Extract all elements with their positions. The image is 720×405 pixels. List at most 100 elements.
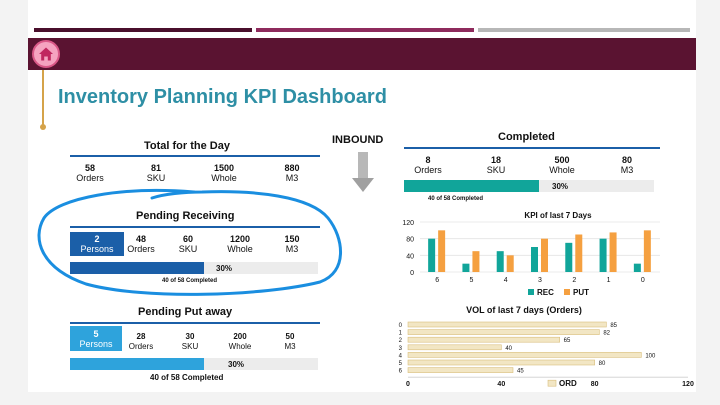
- bar-ord: [407, 344, 502, 351]
- y-tick-label: 2: [399, 338, 403, 344]
- pending-receiving-rule: [70, 226, 320, 228]
- x-tick-label: 5: [469, 277, 473, 284]
- inbound-label: INBOUND: [332, 134, 384, 146]
- bar-rec: [462, 263, 470, 272]
- y-tick-label: 0: [399, 323, 403, 329]
- x-tick-label: 4: [504, 277, 508, 284]
- accent-line: [42, 70, 44, 126]
- data-label: 45: [517, 369, 524, 375]
- completed-whole-stat: 500 Whole: [549, 155, 575, 175]
- y-tick-label: 6: [399, 369, 403, 375]
- x-tick-label: 1: [607, 277, 611, 284]
- completed-m3-stat: 80 M3: [620, 155, 634, 175]
- page-title: Inventory Planning KPI Dashboard: [58, 86, 387, 108]
- slide: Inventory Planning KPI Dashboard Total f…: [28, 0, 696, 392]
- x-tick-label: 0: [406, 381, 410, 388]
- bar-rec: [599, 238, 607, 272]
- data-label: 40: [505, 346, 512, 352]
- completed-sku-stat: 18 SKU: [486, 155, 506, 175]
- x-tick-label: 6: [435, 277, 439, 284]
- completed-orders-stat: 8 Orders: [414, 155, 442, 175]
- total-day-rule: [70, 155, 320, 157]
- legend-label: REC: [537, 288, 554, 297]
- bar-ord: [407, 352, 642, 358]
- putaway-progress-label: 30%: [228, 360, 245, 369]
- legend-label: PUT: [573, 288, 589, 297]
- bar-put: [575, 234, 583, 272]
- total-sku-stat: 81 SKU: [146, 163, 166, 183]
- receiving-progress-bar: [70, 262, 318, 274]
- legend-swatch: [547, 379, 557, 387]
- putaway-caption: 40 of 58 Completed: [150, 373, 224, 382]
- total-day-title: Total for the Day: [144, 140, 230, 152]
- completed-progress-bar: [404, 180, 654, 192]
- y-tick-label: 80: [406, 237, 414, 244]
- data-label: 82: [603, 331, 610, 337]
- x-tick-label: 0: [641, 277, 645, 284]
- putaway-progress-bar: [70, 358, 318, 370]
- bar-rec: [496, 251, 504, 272]
- data-label: 85: [610, 323, 617, 329]
- accent-dot: [40, 124, 46, 130]
- completed-caption: 40 of 58 Completed: [428, 196, 484, 202]
- chart-title: VOL of last 7 days (Orders): [466, 305, 582, 315]
- bar-rec: [428, 238, 436, 272]
- bar-put: [472, 251, 480, 272]
- receiving-progress-label: 30%: [216, 264, 233, 273]
- x-tick-label: 80: [591, 381, 599, 388]
- bar-put: [609, 232, 617, 272]
- total-orders-stat: 58 Orders: [76, 163, 104, 183]
- x-tick-label: 3: [538, 277, 542, 284]
- pending-putaway-rule: [70, 322, 320, 324]
- pending-putaway-title: Pending Put away: [138, 306, 233, 318]
- y-tick-label: 4: [399, 353, 403, 359]
- bar-ord: [407, 359, 595, 366]
- total-m3-stat: 880 M3: [284, 163, 300, 183]
- receiving-sku-stat: 60 SKU: [178, 234, 198, 254]
- putaway-whole-stat: 200 Whole: [228, 332, 252, 351]
- header-banner: [28, 38, 696, 70]
- x-tick-label: 40: [497, 381, 505, 388]
- home-icon: [39, 47, 53, 61]
- bar-put: [643, 230, 651, 272]
- bar-put: [438, 230, 446, 272]
- data-label: 100: [645, 353, 656, 359]
- bar-rec: [633, 263, 641, 272]
- legend-swatch: [564, 289, 570, 295]
- completed-progress-label: 30%: [552, 182, 569, 191]
- y-tick-label: 5: [399, 361, 403, 367]
- y-tick-label: 0: [410, 270, 414, 277]
- legend-label: ORD: [559, 379, 577, 388]
- x-tick-label: 120: [682, 381, 694, 388]
- arrow-down-icon: [352, 152, 374, 192]
- top-accent-bar: [256, 28, 474, 32]
- receiving-caption: 40 of 58 Completed: [162, 278, 218, 284]
- data-label: 80: [599, 361, 606, 367]
- y-tick-label: 3: [399, 346, 403, 352]
- putaway-progress-fill: [70, 358, 204, 370]
- home-button[interactable]: [32, 40, 60, 68]
- putaway-m3-stat: 50 M3: [284, 332, 296, 351]
- vol-chart: VOL of last 7 days (Orders)0 851 822 653 404…: [399, 305, 694, 388]
- total-whole-stat: 1500 Whole: [211, 163, 237, 183]
- kpi-chart: KPI of last 7 Days 0 40 80 120 6 5 4 3 2 1 0 REC PUT: [402, 211, 660, 297]
- bar-ord: [407, 329, 600, 335]
- data-label: 65: [564, 338, 571, 344]
- bar-put: [506, 255, 514, 272]
- y-tick-label: 40: [406, 253, 414, 260]
- y-tick-label: 1: [399, 331, 403, 337]
- x-tick-label: 2: [572, 277, 576, 284]
- bar-ord: [407, 336, 560, 343]
- pending-receiving-title: Pending Receiving: [136, 210, 235, 222]
- putaway-persons-stat: 5 Persons: [70, 326, 122, 351]
- top-accent-bar: [478, 28, 690, 32]
- completed-title: Completed: [498, 131, 555, 143]
- top-accent-bar: [34, 28, 252, 32]
- receiving-orders-stat: 48 Orders: [127, 234, 155, 254]
- bar-put: [541, 238, 548, 272]
- bar-ord: [407, 321, 607, 328]
- receiving-m3-stat: 150 M3: [284, 234, 300, 254]
- y-tick-label: 120: [402, 220, 414, 227]
- completed-rule: [404, 147, 660, 149]
- bar-rec: [565, 242, 573, 272]
